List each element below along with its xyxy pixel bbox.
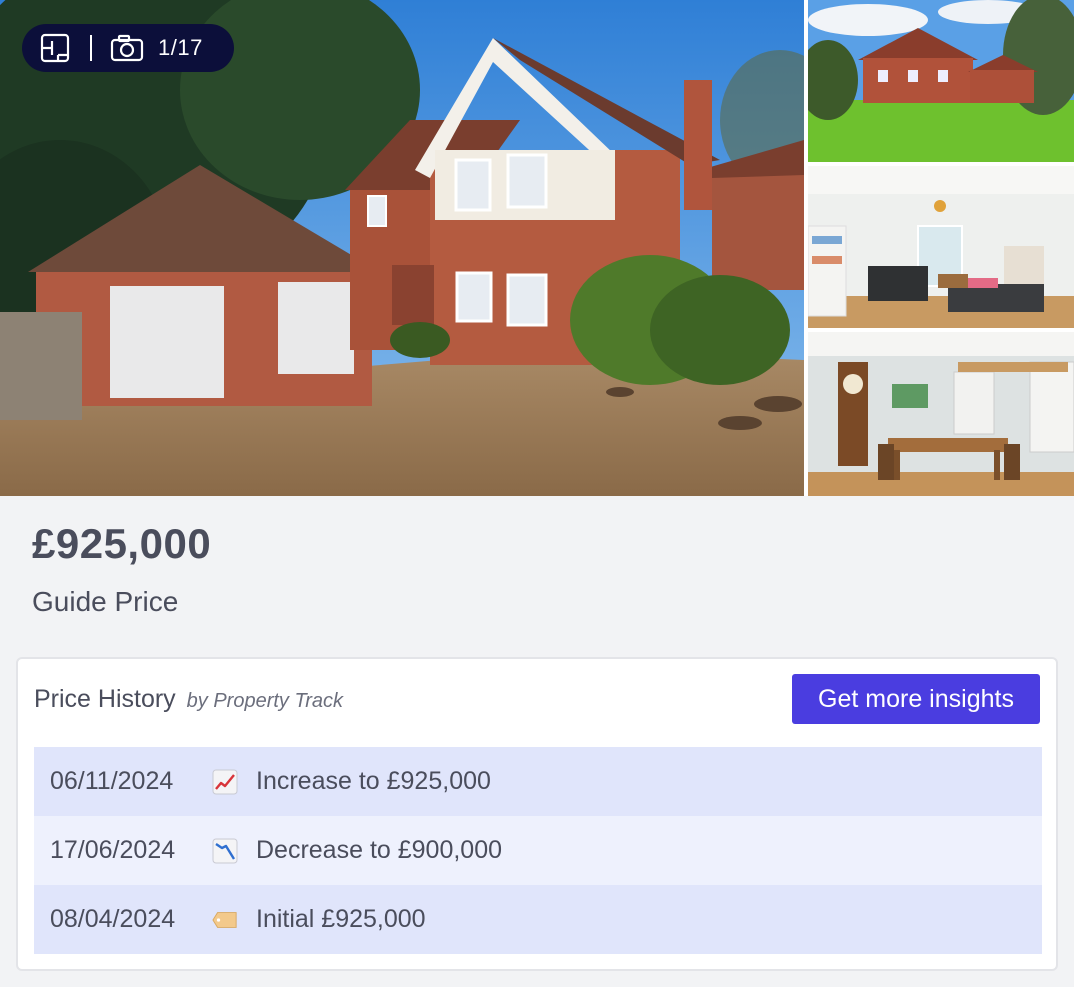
price-history-title: Price History — [34, 685, 176, 713]
price-history-row: 06/11/2024 Increase to £925,000 — [34, 747, 1042, 816]
price-history-row: 17/06/2024 Decrease to £900,000 — [34, 816, 1042, 885]
counter-divider — [90, 35, 92, 61]
price-history-list: 06/11/2024 Increase to £925,000 17/06/20… — [34, 747, 1042, 954]
history-date: 08/04/2024 — [50, 905, 176, 933]
price-tag-icon — [212, 907, 238, 933]
history-event: Initial £925,000 — [256, 905, 426, 933]
photo-counter[interactable]: 1/17 — [22, 24, 234, 72]
thumbnail-garden-photo[interactable] — [808, 0, 1074, 162]
photo-count: 1/17 — [158, 35, 203, 60]
price-qualifier: Guide Price — [32, 586, 179, 617]
photo-gallery: 1/17 — [0, 0, 1074, 496]
main-property-photo[interactable]: 1/17 — [0, 0, 804, 496]
history-event: Increase to £925,000 — [256, 767, 491, 795]
history-date: 06/11/2024 — [50, 767, 174, 795]
price-history-provider: by Property Track — [186, 690, 343, 712]
get-more-insights-button[interactable]: Get more insights — [792, 674, 1040, 724]
listing-price: £925,000 — [32, 520, 212, 567]
price-history-row: 08/04/2024 Initial £925,000 — [34, 885, 1042, 954]
thumbnail-living-room-photo[interactable] — [808, 166, 1074, 328]
history-date: 17/06/2024 — [50, 836, 176, 864]
price-history-card: Price History by Property Track Get more… — [16, 657, 1058, 971]
camera-icon — [110, 34, 144, 62]
history-event: Decrease to £900,000 — [256, 836, 503, 864]
thumbnail-dining-room-photo[interactable] — [808, 332, 1074, 496]
price-history-heading: Price History by Property Track — [34, 685, 343, 714]
chart-decreasing-icon — [212, 838, 238, 864]
price-block: £925,000 Guide Price — [32, 520, 211, 618]
chart-increasing-icon — [212, 769, 238, 795]
floorplan-icon[interactable] — [40, 33, 70, 63]
